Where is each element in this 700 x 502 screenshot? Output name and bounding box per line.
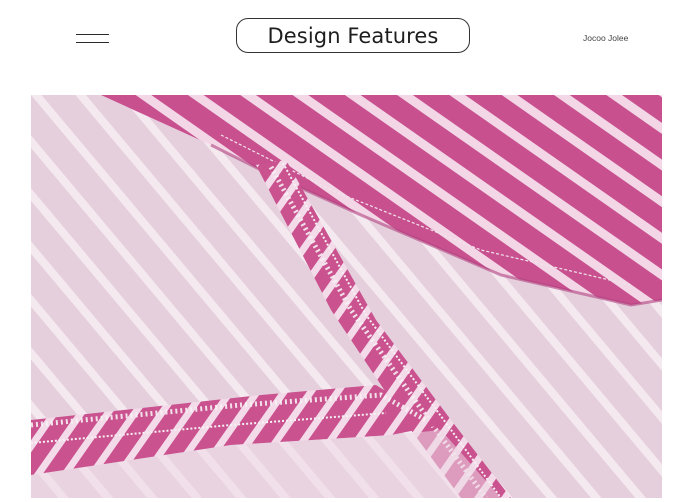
product-detail-photo xyxy=(31,95,662,498)
fabric-illustration xyxy=(31,95,662,498)
brand-name: Jocoo Jolee xyxy=(583,33,629,43)
menu-icon[interactable] xyxy=(76,34,110,44)
menu-icon-bar xyxy=(76,42,109,44)
section-title-text: Design Features xyxy=(267,23,439,48)
menu-icon-bar xyxy=(76,34,109,36)
section-title: Design Features xyxy=(236,18,470,53)
